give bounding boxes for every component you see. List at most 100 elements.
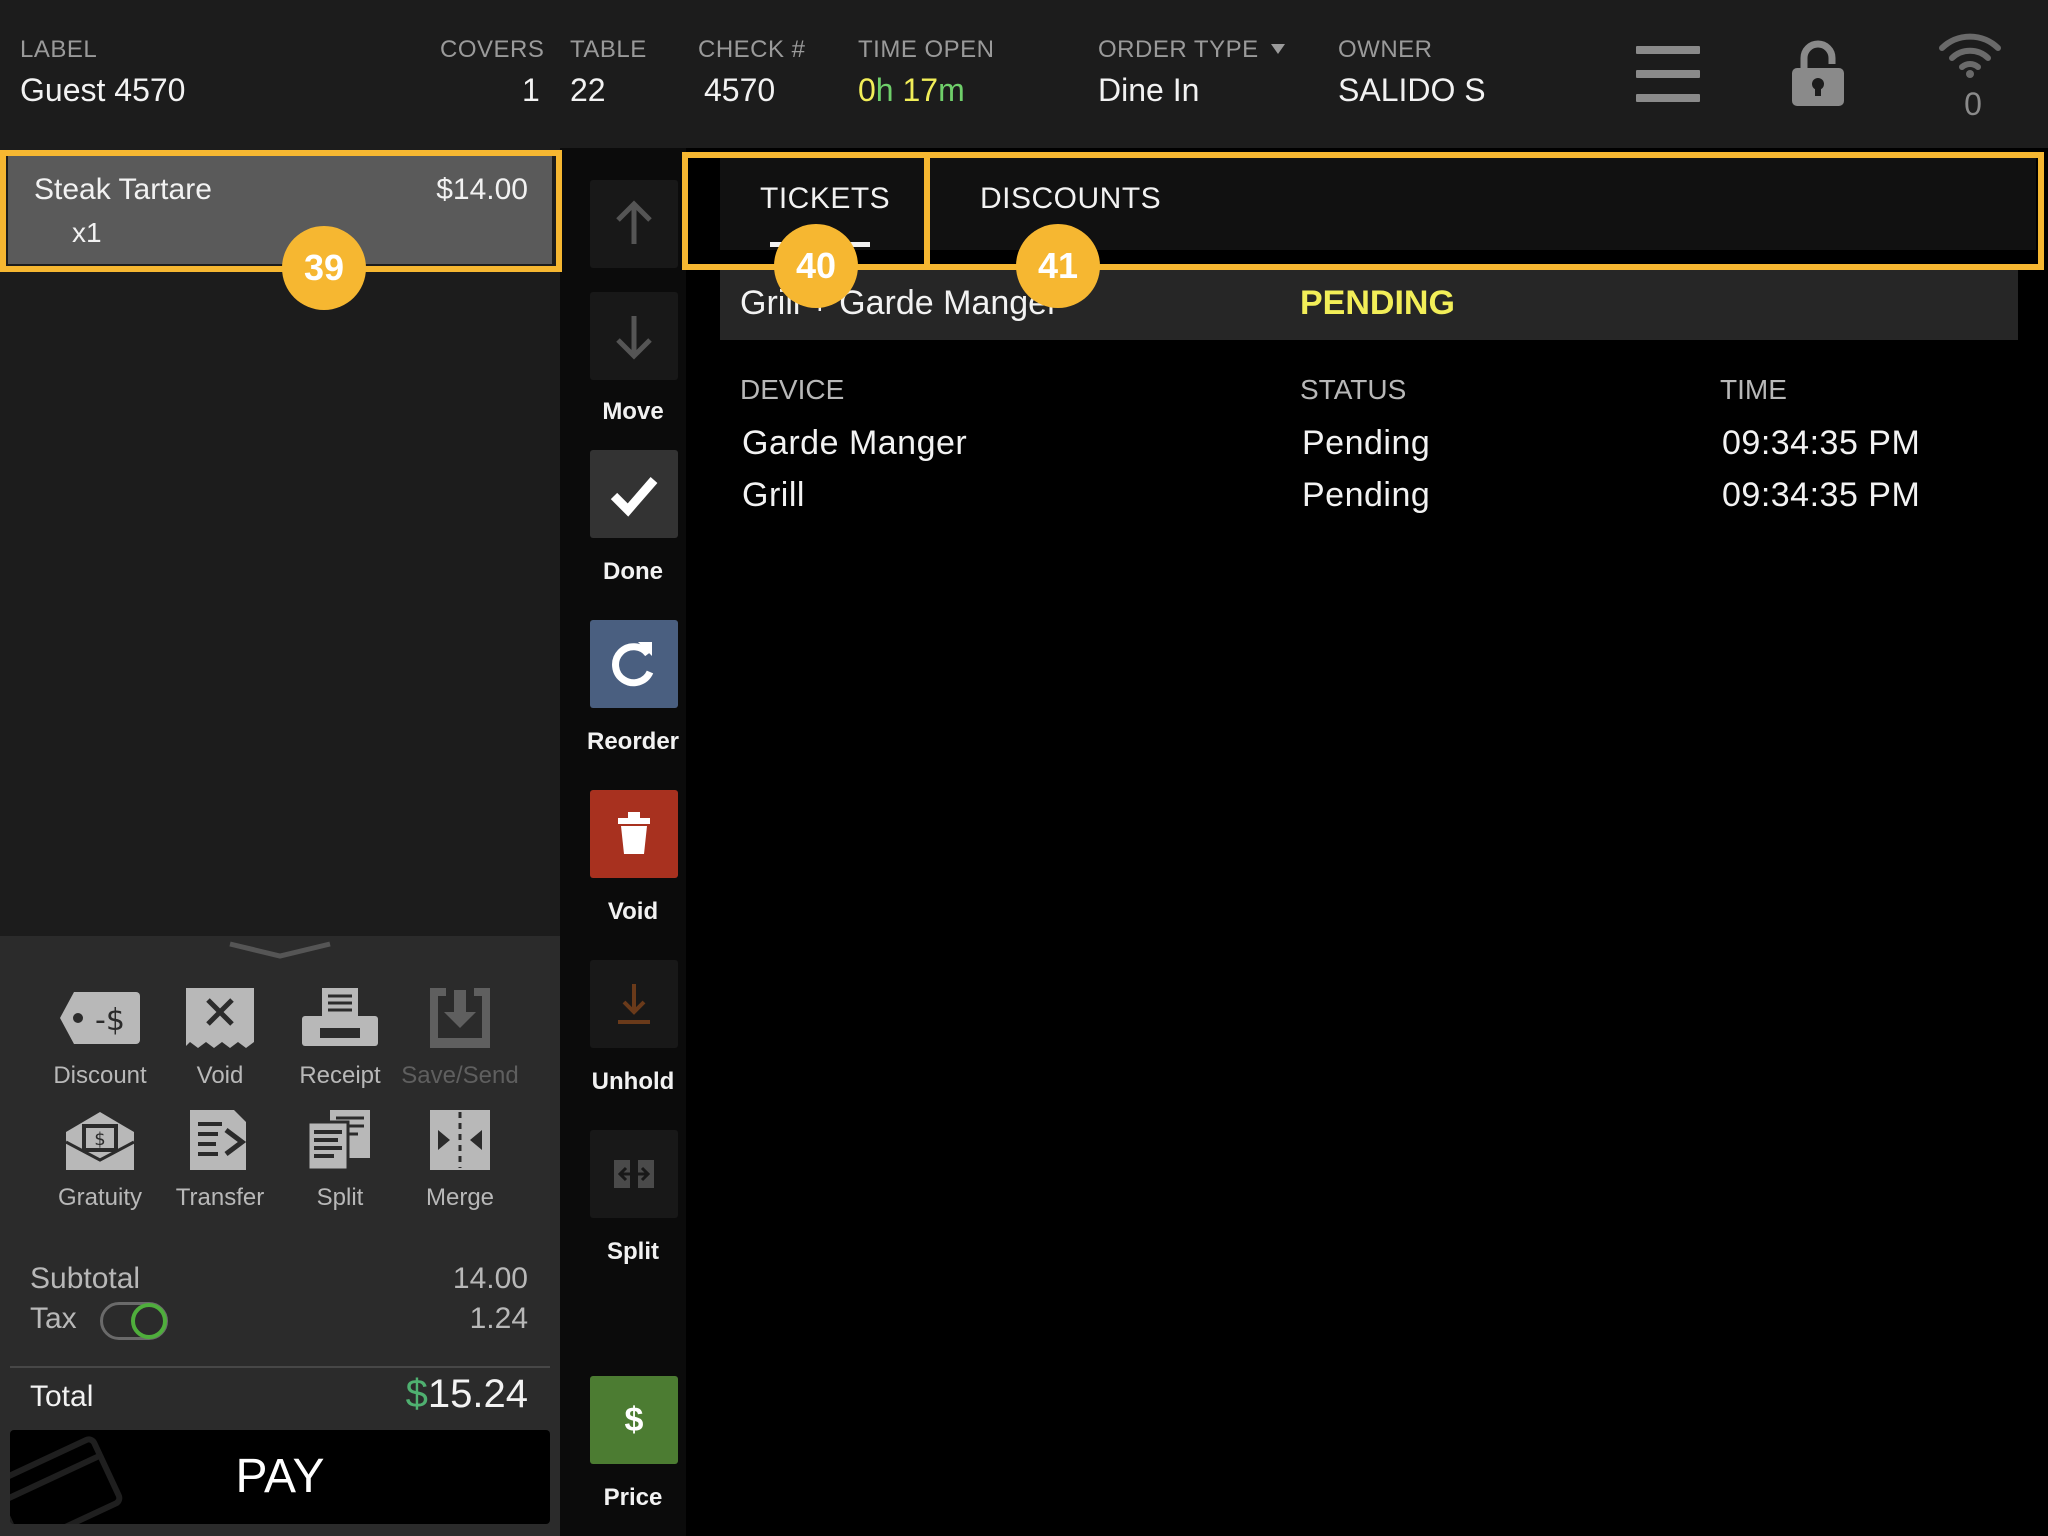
- wifi-icon: [1938, 30, 2002, 78]
- order-type-caption[interactable]: ORDER TYPE: [1098, 36, 1285, 64]
- tax-value: 1.24: [469, 1302, 528, 1335]
- void-receipt-icon: [178, 986, 262, 1050]
- check-icon: [610, 477, 658, 517]
- time-open-caption: TIME OPEN: [858, 36, 995, 63]
- reorder-button[interactable]: [590, 620, 678, 708]
- total-currency: $: [405, 1372, 428, 1416]
- order-type-caption-text: ORDER TYPE: [1098, 36, 1259, 63]
- gratuity-label: Gratuity: [57, 1184, 143, 1211]
- discount-tag-icon: -$: [58, 986, 142, 1050]
- reorder-icon: [612, 642, 654, 687]
- dropdown-arrow-icon[interactable]: [1270, 43, 1285, 54]
- move-down-button[interactable]: [590, 292, 678, 380]
- transfer-button[interactable]: Transfer: [160, 1108, 280, 1212]
- check-caption: CHECK #: [698, 36, 806, 63]
- gratuity-button[interactable]: $ Gratuity: [40, 1108, 160, 1212]
- void-check-label: Void: [196, 1062, 244, 1089]
- device-cell: Grill: [742, 476, 805, 514]
- total-amount: 15.24: [427, 1372, 528, 1416]
- time-open-hours: 0: [858, 72, 876, 108]
- table-caption: TABLE: [570, 36, 647, 63]
- device-cell: Garde Manger: [742, 424, 968, 462]
- callout-badge: 40: [774, 224, 858, 308]
- unhold-label: Unhold: [591, 1068, 675, 1095]
- callout-highlight-order-item: [0, 150, 562, 272]
- void-item-label: Void: [607, 898, 659, 925]
- tax-toggle[interactable]: [100, 1302, 168, 1340]
- discount-label: Discount: [53, 1062, 147, 1089]
- merge-button[interactable]: Merge: [400, 1108, 520, 1212]
- split-check-button[interactable]: Split: [280, 1108, 400, 1212]
- arrow-down-icon: [616, 316, 652, 360]
- time-open-m-unit: m: [938, 72, 965, 108]
- hamburger-menu-icon[interactable]: [1636, 46, 1700, 102]
- subtotal-label: Subtotal: [30, 1262, 141, 1295]
- done-button[interactable]: [590, 450, 678, 538]
- time-open-value: 0h 17m: [858, 72, 965, 109]
- save-send-button[interactable]: Save/Send: [400, 986, 520, 1090]
- printer-icon: [298, 986, 382, 1050]
- subtotal-value: 14.00: [452, 1262, 528, 1295]
- ticket-status: PENDING: [1300, 284, 1455, 322]
- merge-label: Merge: [425, 1184, 495, 1211]
- void-item-button[interactable]: [590, 790, 678, 878]
- ticket-summary-row[interactable]: Grill + Garde Manger PENDING: [720, 264, 2018, 340]
- time-open-minutes: 17: [902, 72, 939, 108]
- covers-caption: COVERS: [440, 36, 545, 63]
- unhold-icon: [618, 984, 650, 1024]
- svg-text:-$: -$: [95, 1003, 125, 1038]
- split-item-icon: [614, 1160, 654, 1188]
- split-check-label: Split: [316, 1184, 364, 1211]
- arrow-up-icon: [616, 200, 652, 244]
- total-label: Total: [30, 1380, 94, 1413]
- receipt-button[interactable]: Receipt: [280, 986, 400, 1090]
- pay-button[interactable]: PAY: [10, 1430, 550, 1524]
- check-value: 4570: [704, 72, 776, 108]
- callout-badge: 41: [1016, 224, 1100, 308]
- top-header: LABEL Guest 4570 COVERS 1 TABLE 22 CHECK…: [0, 0, 2048, 148]
- time-open-h-unit: h: [875, 72, 894, 108]
- discount-button[interactable]: -$ Discount: [40, 986, 160, 1090]
- transfer-icon: [178, 1108, 262, 1172]
- time-cell: 09:34:35 PM: [1722, 424, 1921, 462]
- move-label: Move: [602, 398, 664, 425]
- column-header-time: TIME: [1720, 374, 1787, 405]
- receipt-label: Receipt: [299, 1062, 381, 1089]
- column-header-status: STATUS: [1300, 374, 1407, 405]
- split-item-label: Split: [607, 1238, 659, 1265]
- dollar-icon: $: [624, 1401, 644, 1439]
- pay-label: PAY: [235, 1450, 325, 1503]
- trash-icon: [618, 812, 650, 854]
- tax-toggle-knob: [131, 1303, 167, 1339]
- split-check-icon: [298, 1108, 382, 1172]
- tax-label: Tax: [30, 1302, 77, 1335]
- merge-icon: [418, 1108, 502, 1172]
- owner-value[interactable]: SALIDO S: [1338, 72, 1486, 109]
- table-value[interactable]: 22: [570, 72, 606, 109]
- svg-text:$: $: [94, 1129, 105, 1150]
- split-item-button[interactable]: [590, 1130, 678, 1218]
- covers-value[interactable]: 1: [522, 72, 540, 109]
- status-cell: Pending: [1302, 424, 1431, 462]
- gratuity-envelope-icon: $: [58, 1108, 142, 1172]
- order-type-value[interactable]: Dine In: [1098, 72, 1199, 109]
- label-value[interactable]: Guest 4570: [20, 72, 185, 109]
- callout-badge: 39: [282, 226, 366, 310]
- time-cell: 09:34:35 PM: [1722, 476, 1921, 514]
- unhold-button[interactable]: [590, 960, 678, 1048]
- price-button[interactable]: $: [590, 1376, 678, 1464]
- save-send-icon: [418, 986, 502, 1050]
- divider: [10, 1366, 550, 1368]
- void-check-button[interactable]: Void: [160, 986, 280, 1090]
- price-label: Price: [603, 1484, 663, 1511]
- save-send-label: Save/Send: [401, 1062, 519, 1089]
- lock-icon[interactable]: [1790, 38, 1846, 108]
- done-label: Done: [603, 558, 663, 585]
- total-value: $15.24: [406, 1372, 528, 1417]
- reorder-label: Reorder: [586, 728, 680, 755]
- owner-caption: OWNER: [1338, 36, 1433, 63]
- wifi-count: 0: [1964, 86, 1982, 122]
- collapse-chevron-icon[interactable]: [228, 940, 332, 960]
- status-cell: Pending: [1302, 476, 1431, 514]
- move-up-button[interactable]: [590, 180, 678, 268]
